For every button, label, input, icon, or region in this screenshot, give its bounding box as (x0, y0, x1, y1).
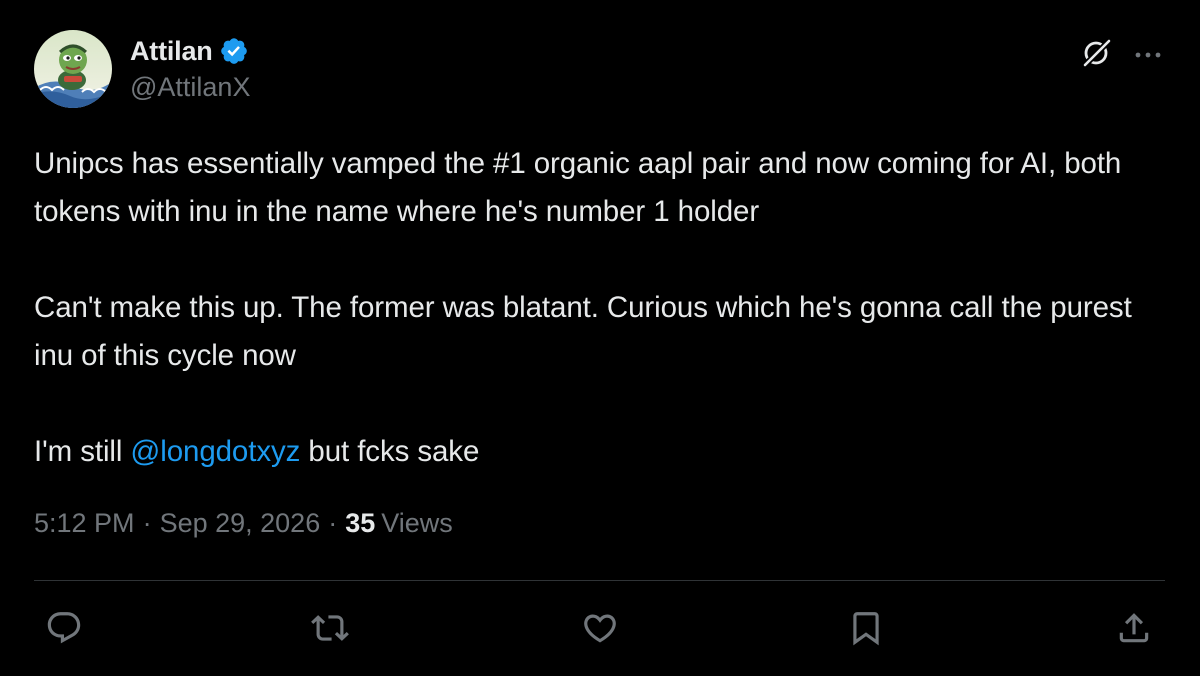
mention-link[interactable]: @longdotxyz (130, 435, 300, 468)
divider (34, 580, 1165, 581)
tweet-date[interactable]: Sep 29, 2026 (160, 508, 321, 539)
avatar[interactable] (34, 30, 112, 108)
action-bar (34, 606, 1165, 654)
views-label: Views (381, 508, 453, 538)
name-row: Attilan (130, 34, 250, 68)
text-segment: I'm still (34, 435, 131, 468)
reply-icon (45, 609, 83, 652)
meta-separator: · (142, 508, 152, 538)
author-block: Attilan @AttilanX (130, 34, 250, 103)
tweet-text: Unipcs has essentially vamped the #1 org… (34, 140, 1164, 476)
tweet-time[interactable]: 5:12 PM (34, 508, 135, 539)
bookmark-button[interactable] (842, 606, 890, 654)
share-button[interactable] (1110, 606, 1158, 654)
verified-badge-icon (219, 36, 249, 66)
tweet-meta: 5:12 PM · Sep 29, 2026 · 35 Views (34, 508, 453, 539)
tweet-paragraph: Can't make this up. The former was blata… (34, 291, 1132, 372)
views-count: 35 (345, 508, 376, 538)
like-icon (581, 609, 619, 652)
tweet-paragraph: I'm still @longdotxyz but fcks sake (34, 428, 1164, 476)
tweet-paragraph: Unipcs has essentially vamped the #1 org… (34, 147, 1122, 228)
avatar-image (34, 30, 112, 108)
share-icon (1115, 609, 1153, 652)
reply-button[interactable] (40, 606, 88, 654)
top-actions (1080, 36, 1164, 75)
bookmark-icon (847, 609, 885, 652)
grok-icon[interactable] (1080, 36, 1114, 75)
like-button[interactable] (576, 606, 624, 654)
more-icon[interactable] (1134, 47, 1164, 65)
retweet-icon (311, 609, 349, 652)
meta-separator: · (328, 508, 338, 538)
text-segment: but fcks sake (300, 435, 480, 468)
display-name[interactable]: Attilan (130, 36, 213, 67)
retweet-button[interactable] (306, 606, 354, 654)
author-handle[interactable]: @AttilanX (130, 72, 250, 103)
tweet-card: Attilan @AttilanX Unipcs has essentially… (0, 0, 1200, 676)
